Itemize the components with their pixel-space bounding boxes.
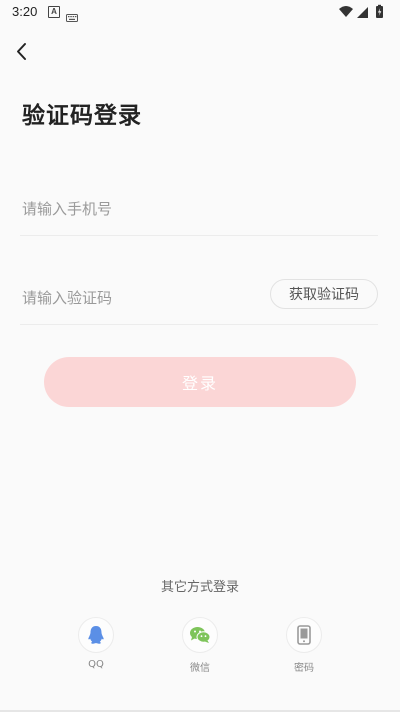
qq-icon-circle[interactable] <box>78 617 114 653</box>
wechat-label: 微信 <box>190 663 210 674</box>
status-bar: 3:20 A <box>0 0 400 24</box>
keyboard-icon <box>66 7 78 26</box>
qq-login-option[interactable]: QQ <box>66 617 126 670</box>
password-login-option[interactable]: 密码 <box>274 617 334 674</box>
login-button[interactable]: 登录 <box>44 357 356 407</box>
get-code-button[interactable]: 获取验证码 <box>270 279 378 309</box>
password-label: 密码 <box>294 663 314 674</box>
signal-icon <box>357 7 368 18</box>
qq-icon <box>88 626 104 644</box>
other-login-title: 其它方式登录 <box>160 580 239 595</box>
page-title: 验证码登录 <box>22 103 142 129</box>
phone-icon <box>297 625 311 645</box>
back-button[interactable] <box>10 40 34 64</box>
chevron-left-icon <box>17 43 26 60</box>
wechat-icon-circle[interactable] <box>182 617 218 653</box>
a-icon: A <box>48 6 60 18</box>
code-field: 获取验证码 <box>20 271 378 325</box>
wechat-login-option[interactable]: 微信 <box>170 617 230 674</box>
phone-input[interactable] <box>22 182 252 235</box>
status-time: 3:20 <box>12 4 38 19</box>
wifi-icon <box>339 6 353 17</box>
wechat-icon <box>190 627 211 643</box>
code-input[interactable] <box>22 271 252 324</box>
phone-field <box>20 182 378 236</box>
password-icon-circle[interactable] <box>286 617 322 653</box>
status-icons <box>338 4 388 24</box>
qq-label: QQ <box>88 659 104 670</box>
